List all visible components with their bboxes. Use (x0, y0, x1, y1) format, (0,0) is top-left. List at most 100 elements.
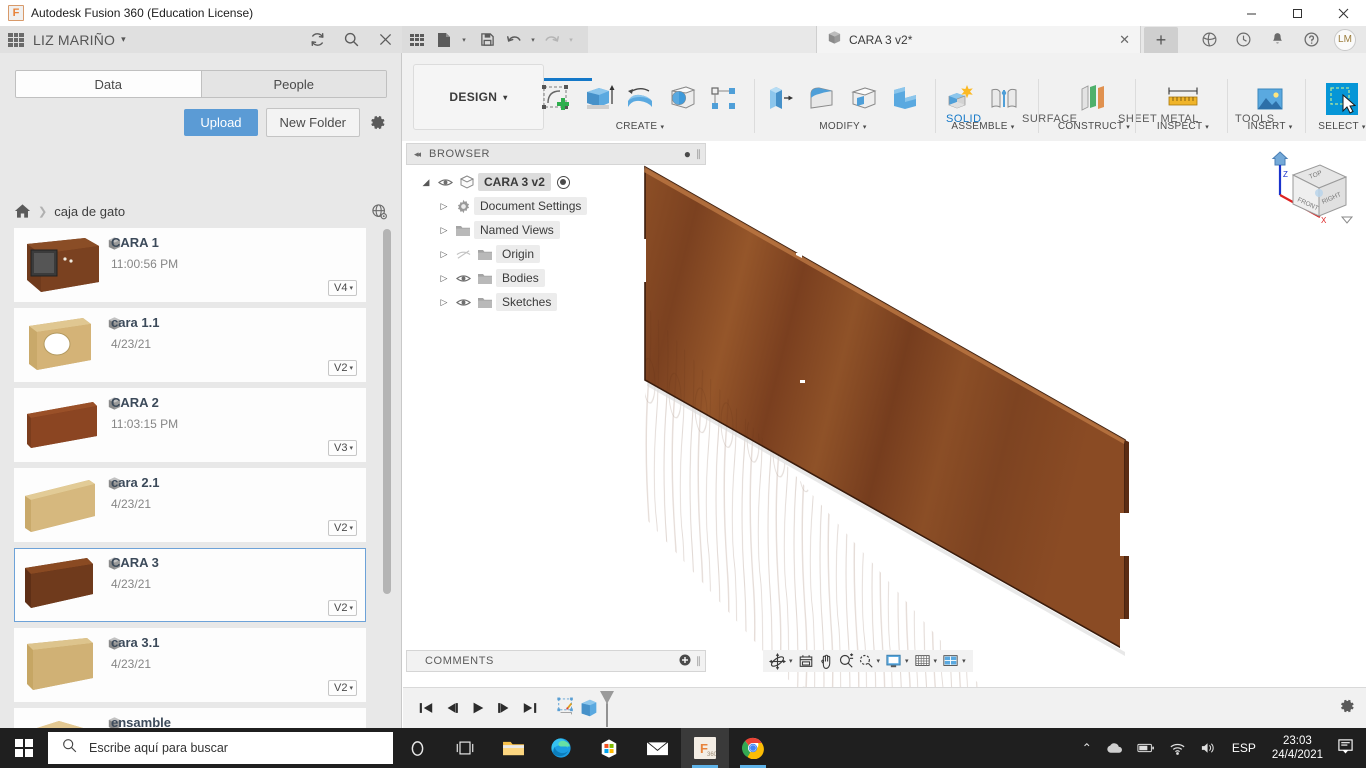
file-name[interactable]: cara 2.1 (111, 475, 159, 490)
chevron-down-icon[interactable]: ▾ (934, 657, 938, 665)
offset-plane-icon[interactable] (1074, 79, 1114, 119)
team-name-label[interactable]: LIZ MARIÑO (33, 32, 115, 48)
document-tab[interactable]: CARA 3 v2* ✕ (816, 26, 1141, 53)
chevron-down-icon[interactable]: ▾ (905, 657, 909, 665)
home-icon[interactable] (14, 203, 31, 219)
list-item[interactable]: CARA 2 11:03:15 PM V3 ▾ (14, 388, 366, 462)
file-name[interactable]: CARA 3 (111, 555, 159, 570)
close-button[interactable] (1320, 0, 1366, 26)
tree-node-bodies[interactable]: ▷ Bodies (418, 266, 708, 290)
cloud-icon[interactable] (1099, 742, 1130, 755)
notification-center-icon[interactable] (1331, 738, 1366, 759)
version-badge[interactable]: V2 ▾ (328, 680, 357, 696)
chevron-down-icon[interactable]: ▾ (1205, 124, 1209, 131)
version-badge[interactable]: V2 ▾ (328, 360, 357, 376)
volume-icon[interactable] (1193, 741, 1224, 755)
fillet-icon[interactable] (802, 79, 842, 119)
new-tab-button[interactable]: + (1144, 27, 1178, 53)
chevron-down-icon[interactable]: ▾ (121, 34, 126, 45)
cortana-icon[interactable] (393, 728, 441, 768)
ribbon-panel-modify-label[interactable]: MODIFY (819, 121, 860, 132)
go-to-end-icon[interactable] (517, 695, 543, 721)
list-item[interactable]: cara 2.1 4/23/21 V2 ▾ (14, 468, 366, 542)
list-item[interactable]: CARA 1 11:00:56 PM V4 ▾ (14, 228, 366, 302)
step-forward-icon[interactable] (491, 695, 517, 721)
chevron-down-icon[interactable]: ▾ (863, 124, 867, 131)
measure-icon[interactable] (1163, 79, 1203, 119)
resize-grip-icon[interactable]: ∥ (696, 149, 701, 160)
expand-arrow-icon[interactable]: ▷ (436, 225, 452, 236)
data-panel-scrollbar[interactable] (383, 229, 391, 768)
file-name[interactable]: cara 1.1 (111, 315, 159, 330)
list-item[interactable]: cara 3.1 4/23/21 V2 ▾ (14, 628, 366, 702)
look-at-icon[interactable] (796, 650, 816, 672)
expand-arrow-icon[interactable]: ◢ (418, 177, 434, 188)
shell-icon[interactable] (844, 79, 884, 119)
ribbon-panel-inspect-label[interactable]: INSPECT (1157, 121, 1202, 132)
windows-start-icon[interactable] (0, 728, 48, 768)
ribbon-panel-insert-label[interactable]: INSERT (1247, 121, 1285, 132)
tree-node-origin[interactable]: ▷ Origin (418, 242, 708, 266)
help-icon[interactable] (1294, 26, 1328, 53)
tree-node-label[interactable]: Sketches (496, 293, 558, 311)
file-explorer-icon[interactable] (489, 728, 537, 768)
timeline-marker[interactable] (599, 691, 615, 727)
eye-visible-icon[interactable] (434, 177, 456, 188)
list-item[interactable]: cara 1.1 4/23/21 V2 ▾ (14, 308, 366, 382)
eye-visible-icon[interactable] (452, 273, 474, 284)
chevron-down-icon[interactable]: ▾ (1289, 124, 1293, 131)
version-badge[interactable]: V2 ▾ (328, 520, 357, 536)
ribbon-panel-construct-label[interactable]: CONSTRUCT (1058, 121, 1123, 132)
tree-node-named-views[interactable]: ▷ Named Views (418, 218, 708, 242)
chevron-down-icon[interactable]: ▾ (1011, 124, 1015, 131)
language-indicator[interactable]: ESP (1224, 741, 1264, 755)
combine-icon[interactable] (886, 79, 926, 119)
chevron-down-icon[interactable]: ▾ (962, 657, 966, 665)
undo-caret-icon[interactable]: ▾ (526, 26, 540, 53)
timeline-settings-icon[interactable] (1338, 697, 1356, 720)
browser-header[interactable]: ◂◂ BROWSER ● ∥ (406, 143, 706, 165)
expand-arrow-icon[interactable]: ▷ (436, 201, 452, 212)
redo-icon[interactable] (540, 26, 564, 53)
tree-node-sketches[interactable]: ▷ Sketches (418, 290, 708, 314)
search-icon[interactable] (334, 26, 368, 53)
microsoft-store-icon[interactable] (585, 728, 633, 768)
app-grid-icon[interactable] (8, 32, 24, 47)
scrollbar-thumb[interactable] (383, 229, 391, 594)
file-name[interactable]: cara 3.1 (111, 635, 159, 650)
new-folder-button[interactable]: New Folder (265, 108, 360, 137)
file-name[interactable]: CARA 1 (111, 235, 159, 250)
mail-icon[interactable] (633, 728, 681, 768)
chevron-down-icon[interactable]: ▾ (877, 657, 881, 665)
tab-data[interactable]: Data (16, 71, 201, 97)
breadcrumb-folder[interactable]: caja de gato (54, 204, 125, 219)
tree-node-document-settings[interactable]: ▷ Document Settings (418, 194, 708, 218)
job-status-icon[interactable] (1192, 26, 1226, 53)
refresh-icon[interactable] (300, 26, 334, 53)
wifi-icon[interactable] (1162, 742, 1193, 755)
expand-arrow-icon[interactable]: ▷ (436, 249, 452, 260)
play-icon[interactable] (465, 695, 491, 721)
clock[interactable]: 23:03 24/4/2021 (1264, 734, 1331, 762)
view-cube[interactable]: Z X TOP FRONT RIGHT (1258, 149, 1354, 241)
fusion-360-icon[interactable]: F 360 (681, 728, 729, 768)
new-file-icon[interactable] (432, 26, 456, 53)
revolve-icon[interactable] (620, 79, 660, 119)
file-name[interactable]: CARA 2 (111, 395, 159, 410)
select-window-icon[interactable] (1322, 79, 1362, 119)
new-component-icon[interactable] (942, 79, 982, 119)
chevron-down-icon[interactable]: ▾ (1362, 124, 1366, 131)
comments-panel[interactable]: COMMENTS ∥ (406, 650, 706, 672)
tray-expand-icon[interactable]: ⌃ (1075, 741, 1099, 755)
joint-icon[interactable] (984, 79, 1024, 119)
eye-hidden-icon[interactable] (452, 249, 474, 260)
sweep-icon[interactable] (662, 79, 702, 119)
tree-node-label[interactable]: Bodies (496, 269, 545, 287)
chevron-down-icon[interactable]: ▾ (660, 124, 664, 131)
chevron-down-icon[interactable]: ▾ (789, 657, 793, 665)
google-chrome-icon[interactable] (729, 728, 777, 768)
document-tab-close-icon[interactable]: ✕ (1119, 32, 1130, 48)
version-badge[interactable]: V3▾ (328, 440, 357, 456)
maximize-button[interactable] (1274, 0, 1320, 26)
upload-button[interactable]: Upload (184, 109, 258, 136)
